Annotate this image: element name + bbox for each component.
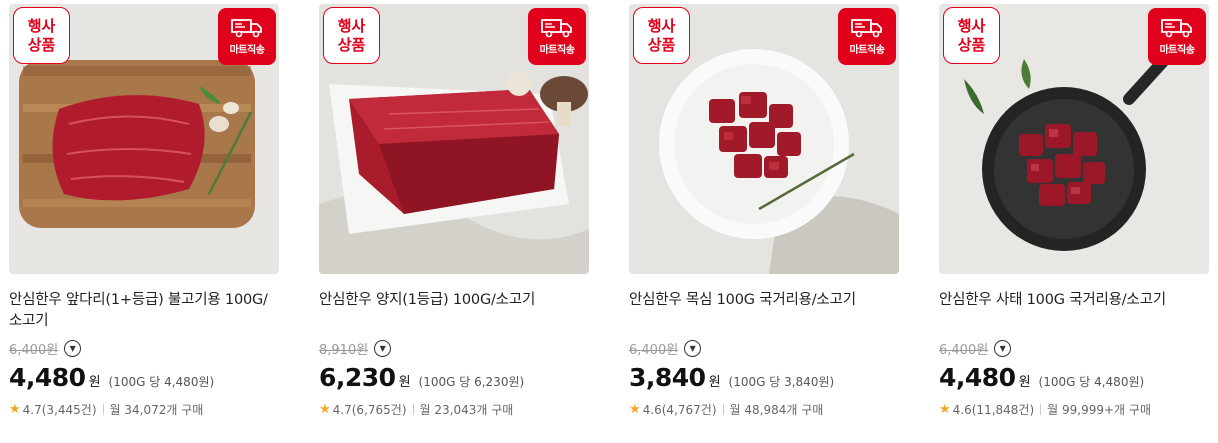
product-image[interactable]: 행사상품 마트직송 xyxy=(319,4,589,274)
chevron-down-icon[interactable]: ▼ xyxy=(684,340,702,357)
event-badge: 행사상품 xyxy=(633,7,690,64)
event-badge: 행사상품 xyxy=(323,7,380,64)
currency: 원 xyxy=(398,375,411,390)
monthly-sales: 월 99,999+개 구매 xyxy=(1047,403,1151,417)
rating-value: 4.6 xyxy=(952,402,972,417)
sale-price: 3,840 xyxy=(629,363,706,392)
sale-price: 4,480 xyxy=(9,363,86,392)
unit-price: (100G 당 6,230원) xyxy=(418,375,525,389)
rating-value: 4.6 xyxy=(642,402,662,417)
product-card[interactable]: 행사상품 마트직송 안심한우 앞다리(1+등급) 불고기용 100G/소고기 6… xyxy=(9,0,279,417)
rating-row: ★ 4.7 (3,445건) 월 34,072개 구매 xyxy=(9,401,203,418)
star-icon: ★ xyxy=(939,402,951,417)
mart-delivery-label: 마트직송 xyxy=(539,45,575,56)
price-row: 4,480 원 (100G 당 4,480원) xyxy=(939,363,1144,392)
currency: 원 xyxy=(88,375,101,390)
star-icon: ★ xyxy=(629,402,641,417)
event-badge: 행사상품 xyxy=(13,7,70,64)
product-card[interactable]: 행사상품 마트직송 안심한우 사태 100G 국거리용/소고기 6,400원 ▼… xyxy=(939,0,1209,417)
rating-value: 4.7 xyxy=(22,402,42,417)
product-image[interactable]: 행사상품 마트직송 xyxy=(9,4,279,274)
product-name[interactable]: 안심한우 앞다리(1+등급) 불고기용 100G/소고기 xyxy=(9,290,279,332)
product-card[interactable]: 행사상품 마트직송 안심한우 목심 100G 국거리용/소고기 6,400원 ▼… xyxy=(629,0,899,417)
divider xyxy=(412,404,414,415)
mart-delivery-badge: 마트직송 xyxy=(218,8,276,65)
divider xyxy=(102,404,104,415)
star-icon: ★ xyxy=(9,402,21,417)
chevron-down-icon[interactable]: ▼ xyxy=(994,340,1012,357)
sale-price: 6,230 xyxy=(319,363,396,392)
chevron-down-icon[interactable]: ▼ xyxy=(374,340,392,357)
original-price-row: 6,400원 ▼ xyxy=(939,339,1012,358)
product-card[interactable]: 행사상품 마트직송 안심한우 양지(1등급) 100G/소고기 8,910원 ▼… xyxy=(319,0,589,417)
product-grid: 행사상품 마트직송 안심한우 앞다리(1+등급) 불고기용 100G/소고기 6… xyxy=(0,0,1218,443)
rating-value: 4.7 xyxy=(332,402,352,417)
original-price-row: 8,910원 ▼ xyxy=(319,339,392,358)
divider xyxy=(722,404,724,415)
truck-icon xyxy=(231,19,262,38)
mart-delivery-label: 마트직송 xyxy=(229,45,265,56)
rating-row: ★ 4.6 (11,848건) 월 99,999+개 구매 xyxy=(939,401,1151,418)
event-badge: 행사상품 xyxy=(943,7,1000,64)
original-price: 6,400원 xyxy=(629,343,679,358)
rating-row: ★ 4.6 (4,767건) 월 48,984개 구매 xyxy=(629,401,823,418)
price-row: 3,840 원 (100G 당 3,840원) xyxy=(629,363,834,392)
currency: 원 xyxy=(708,375,721,390)
original-price-row: 6,400원 ▼ xyxy=(9,339,82,358)
monthly-sales: 월 48,984개 구매 xyxy=(729,403,824,417)
truck-icon xyxy=(851,19,882,38)
rating-row: ★ 4.7 (6,765건) 월 23,043개 구매 xyxy=(319,401,513,418)
product-name[interactable]: 안심한우 사태 100G 국거리용/소고기 xyxy=(939,290,1209,311)
chevron-down-icon[interactable]: ▼ xyxy=(64,340,82,357)
original-price-row: 6,400원 ▼ xyxy=(629,339,702,358)
sale-price: 4,480 xyxy=(939,363,1016,392)
truck-icon xyxy=(541,19,572,38)
review-count: (11,848건) xyxy=(971,403,1035,417)
original-price: 6,400원 xyxy=(9,343,59,358)
original-price: 8,910원 xyxy=(319,343,369,358)
star-icon: ★ xyxy=(319,402,331,417)
monthly-sales: 월 34,072개 구매 xyxy=(109,403,204,417)
price-row: 4,480 원 (100G 당 4,480원) xyxy=(9,363,214,392)
monthly-sales: 월 23,043개 구매 xyxy=(419,403,514,417)
unit-price: (100G 당 4,480원) xyxy=(1038,375,1145,389)
review-count: (6,765건) xyxy=(351,403,407,417)
price-row: 6,230 원 (100G 당 6,230원) xyxy=(319,363,524,392)
review-count: (4,767건) xyxy=(661,403,717,417)
unit-price: (100G 당 3,840원) xyxy=(728,375,835,389)
divider xyxy=(1040,404,1042,415)
mart-delivery-badge: 마트직송 xyxy=(838,8,896,65)
review-count: (3,445건) xyxy=(41,403,97,417)
truck-icon xyxy=(1161,19,1192,38)
mart-delivery-badge: 마트직송 xyxy=(528,8,586,65)
original-price: 6,400원 xyxy=(939,343,989,358)
product-image[interactable]: 행사상품 마트직송 xyxy=(629,4,899,274)
product-name[interactable]: 안심한우 양지(1등급) 100G/소고기 xyxy=(319,290,589,311)
mart-delivery-badge: 마트직송 xyxy=(1148,8,1206,65)
product-image[interactable]: 행사상품 마트직송 xyxy=(939,4,1209,274)
mart-delivery-label: 마트직송 xyxy=(849,45,885,56)
currency: 원 xyxy=(1018,375,1031,390)
product-name[interactable]: 안심한우 목심 100G 국거리용/소고기 xyxy=(629,290,899,311)
mart-delivery-label: 마트직송 xyxy=(1159,45,1195,56)
unit-price: (100G 당 4,480원) xyxy=(108,375,215,389)
